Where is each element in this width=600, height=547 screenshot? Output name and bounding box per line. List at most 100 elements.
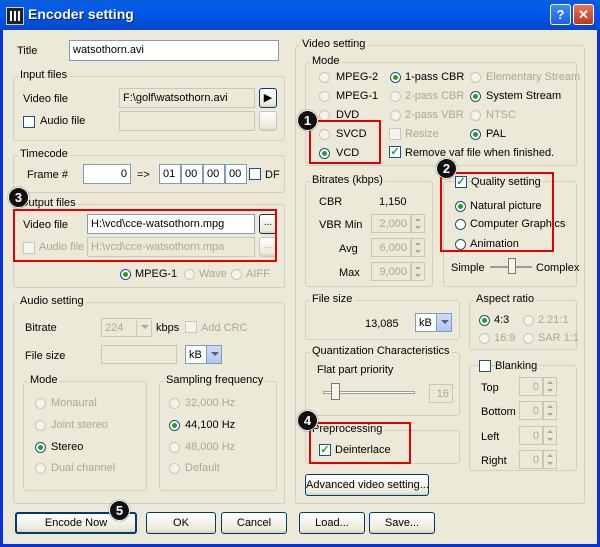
mode-mpeg2-radio[interactable]: [319, 72, 330, 83]
elementary-stream-radio[interactable]: [470, 72, 481, 83]
blanking-bottom-spinner[interactable]: [543, 401, 557, 420]
complex-label: Complex: [536, 262, 580, 274]
system-stream-radio[interactable]: [470, 91, 481, 102]
input-audio-field[interactable]: [119, 111, 255, 131]
blanking-top-spinner[interactable]: [543, 377, 557, 396]
close-button[interactable]: ✕: [573, 4, 594, 25]
sampling-44100-radio[interactable]: [169, 420, 180, 431]
timecode-hours[interactable]: 01: [159, 164, 181, 184]
quantization-label: Quantization Characteristics: [310, 345, 452, 357]
mode-2pass-vbr-radio[interactable]: [390, 110, 401, 121]
format-aiff-radio[interactable]: [231, 269, 242, 280]
frame-input[interactable]: 0: [83, 164, 131, 184]
aspect-sar-radio[interactable]: [523, 333, 534, 344]
resize-checkbox[interactable]: [389, 128, 401, 140]
add-crc-checkbox[interactable]: [185, 321, 197, 333]
highlight-svcd-vcd: [309, 120, 381, 164]
blanking-top-field[interactable]: 0: [519, 377, 543, 396]
input-video-field[interactable]: F:\golf\watsothorn.avi: [119, 88, 255, 108]
input-audio-checkbox[interactable]: [23, 116, 35, 128]
vbr-min-field[interactable]: 2,000: [371, 214, 411, 233]
blanking-bottom-field[interactable]: 0: [519, 401, 543, 420]
quality-slider-thumb[interactable]: [508, 258, 516, 274]
mode-2pass-cbr-radio[interactable]: [390, 91, 401, 102]
max-spinner[interactable]: [411, 262, 425, 281]
blanking-checkbox[interactable]: [479, 360, 491, 372]
sampling-default-radio[interactable]: [169, 463, 180, 474]
flat-slider-thumb[interactable]: [331, 383, 340, 400]
vbr-min-spinner[interactable]: [411, 214, 425, 233]
load-button[interactable]: Load...: [299, 512, 365, 534]
aspect-ratio-label: Aspect ratio: [474, 293, 537, 305]
sampling-32000-radio[interactable]: [169, 398, 180, 409]
title-bar[interactable]: Encoder setting ? ✕: [0, 0, 600, 30]
blanking-right-field[interactable]: 0: [519, 450, 543, 469]
timecode-frames[interactable]: 00: [225, 164, 247, 184]
video-filesize-unit-dropdown-icon[interactable]: [436, 313, 452, 332]
cancel-button[interactable]: Cancel: [221, 512, 287, 534]
avg-label: Avg: [339, 243, 358, 255]
title-label: Title: [17, 45, 38, 57]
add-crc-label: Add CRC: [201, 322, 248, 334]
encoder-setting-window: Encoder setting ? ✕ Title watsothorn.avi…: [0, 0, 600, 547]
aspect-4-3-radio[interactable]: [479, 315, 490, 326]
mode-joint-stereo-label: Joint stereo: [51, 419, 108, 431]
blanking-left-field[interactable]: 0: [519, 426, 543, 445]
app-film-icon: [6, 7, 24, 25]
highlight-quality-setting: [440, 172, 554, 252]
kbps-label: kbps: [156, 322, 180, 334]
blanking-right-spinner[interactable]: [543, 450, 557, 469]
mode-stereo-radio[interactable]: [35, 442, 46, 453]
ntsc-radio[interactable]: [470, 110, 481, 121]
save-button[interactable]: Save...: [369, 512, 435, 534]
annotation-badge-1: 1: [297, 110, 318, 131]
video-filesize-unit-select[interactable]: kB: [415, 313, 437, 332]
play-button[interactable]: ▶: [259, 88, 277, 108]
flat-part-label: Flat part priority: [317, 364, 394, 376]
pal-label: PAL: [486, 128, 506, 140]
aspect-4-3-label: 4:3: [494, 314, 510, 326]
max-field[interactable]: 9,000: [371, 262, 411, 281]
remove-vaf-label: Remove vaf file when finished.: [405, 147, 555, 159]
audio-filesize-unit-dropdown-icon[interactable]: [206, 345, 222, 364]
highlight-preprocessing: [309, 422, 411, 464]
title-input[interactable]: watsothorn.avi: [69, 40, 279, 61]
mode-2pass-cbr-label: 2-pass CBR: [405, 90, 465, 102]
mode-stereo-label: Stereo: [51, 441, 84, 453]
system-stream-label: System Stream: [486, 90, 562, 102]
audio-mode-label: Mode: [28, 374, 60, 386]
format-mpeg1-radio[interactable]: [120, 269, 131, 280]
mode-dual-channel-radio[interactable]: [35, 463, 46, 474]
sampling-48000-radio[interactable]: [169, 442, 180, 453]
advanced-video-setting-button[interactable]: Advanced video setting...: [305, 474, 429, 496]
timecode-minutes[interactable]: 00: [181, 164, 203, 184]
flat-part-value: 16: [429, 384, 453, 403]
mode-mpeg1-radio[interactable]: [319, 91, 330, 102]
audio-bitrate-select[interactable]: 224: [101, 318, 137, 337]
video-setting-label: Video setting: [300, 38, 368, 50]
remove-vaf-checkbox[interactable]: ✓: [389, 146, 401, 158]
pal-radio[interactable]: [470, 129, 481, 140]
audio-bitrate-dropdown-icon[interactable]: [136, 318, 152, 337]
input-audio-browse-button[interactable]: [259, 111, 277, 131]
mode-monaural-radio[interactable]: [35, 398, 46, 409]
df-checkbox[interactable]: [249, 168, 261, 180]
input-files-label: Input files: [18, 69, 70, 81]
blanking-left-spinner[interactable]: [543, 426, 557, 445]
video-filesize-value: 13,085: [365, 318, 399, 330]
help-button[interactable]: ?: [550, 4, 571, 25]
mode-1pass-cbr-radio[interactable]: [390, 72, 401, 83]
avg-spinner[interactable]: [411, 238, 425, 257]
timecode-label: Timecode: [18, 148, 70, 160]
format-wave-radio[interactable]: [184, 269, 195, 280]
ntsc-label: NTSC: [486, 109, 516, 121]
audio-filesize-unit-select[interactable]: kB: [185, 345, 207, 364]
avg-field[interactable]: 6,000: [371, 238, 411, 257]
annotation-badge-3: 3: [8, 187, 29, 208]
mode-joint-stereo-radio[interactable]: [35, 420, 46, 431]
audio-filesize-field: [101, 345, 177, 364]
ok-button[interactable]: OK: [146, 512, 216, 534]
aspect-16-9-radio[interactable]: [479, 333, 490, 344]
timecode-seconds[interactable]: 00: [203, 164, 225, 184]
aspect-221-radio[interactable]: [523, 315, 534, 326]
